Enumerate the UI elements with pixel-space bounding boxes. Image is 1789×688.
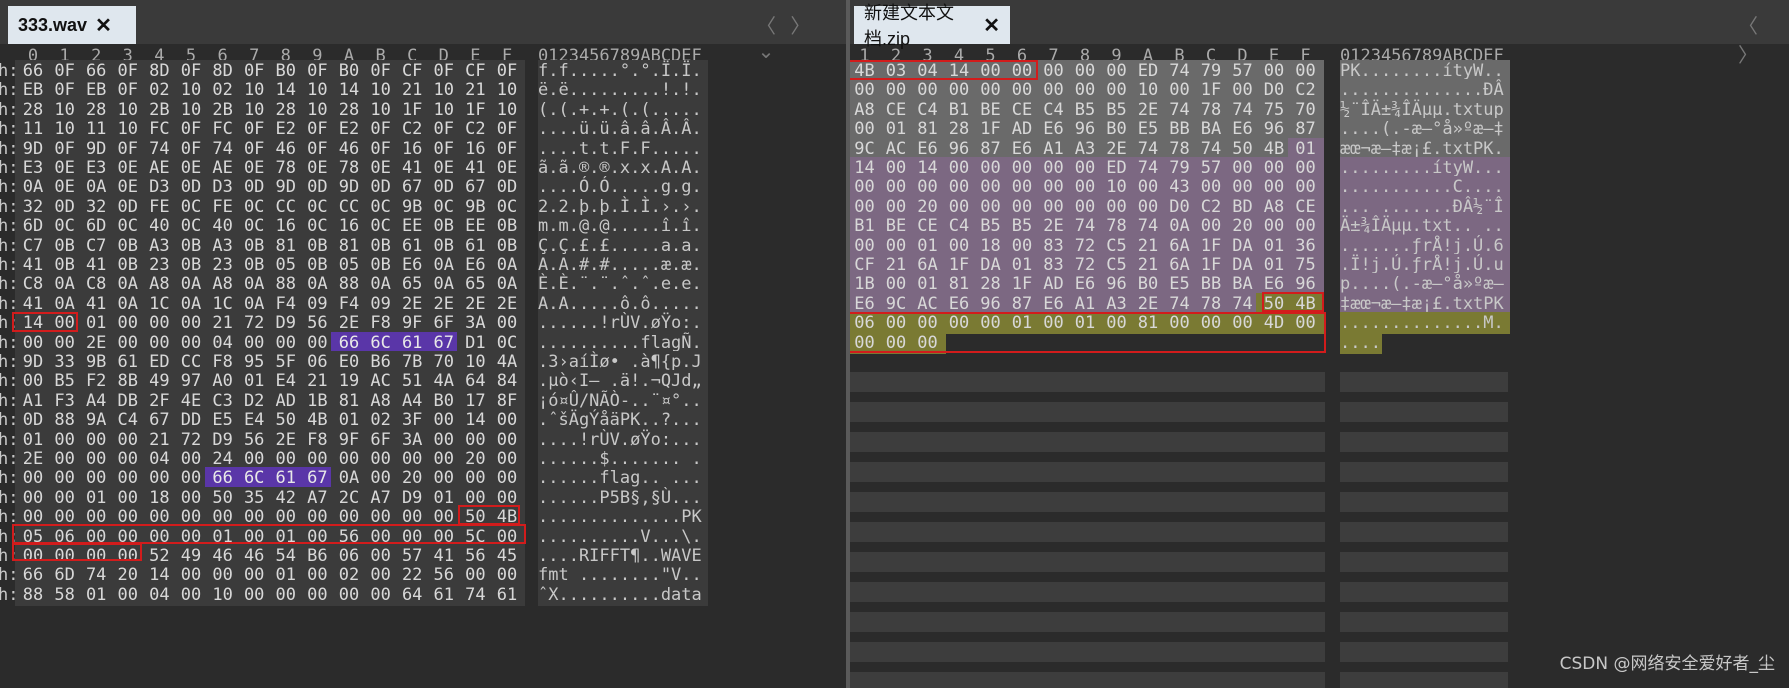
hex-byte[interactable]: 00: [267, 583, 304, 606]
hex-byte[interactable]: 61: [425, 583, 462, 606]
right-tab-bar: 新建文本文档.zip ✕ 〈 〉: [850, 0, 1789, 67]
chevron-left-icon[interactable]: 〈: [1734, 10, 1762, 39]
empty-hex-row: [850, 612, 1325, 632]
watermark: CSDN @网络安全爱好者_尘: [1559, 654, 1775, 674]
hex-byte[interactable]: 00: [909, 331, 946, 354]
hex-byte[interactable]: 58: [46, 583, 83, 606]
empty-ascii-row: [1340, 612, 1508, 632]
empty-hex-row: [850, 492, 1325, 512]
ascii-text[interactable]: ....: [1340, 331, 1382, 354]
tab-label: 333.wav: [18, 14, 88, 35]
empty-hex-row: [850, 462, 1325, 482]
empty-ascii-row: [1340, 522, 1508, 542]
empty-hex-row: [850, 642, 1325, 662]
empty-hex-row: [850, 402, 1325, 422]
ascii-text[interactable]: ˆX..........data: [538, 583, 708, 606]
left-hex-pane[interactable]: 333.wav ✕ 〈 〉 ⌄ 0 1 2 3 4 5 6 7 8 9 A B C D E F 01234567…: [0, 0, 846, 688]
chevron-right-icon[interactable]: 〉: [786, 10, 814, 39]
empty-ascii-row: [1340, 582, 1508, 602]
empty-ascii-row: [1340, 372, 1508, 392]
hex-byte[interactable]: 10: [204, 583, 241, 606]
empty-ascii-row: [1340, 672, 1508, 688]
hex-byte[interactable]: 00: [331, 583, 367, 606]
empty-ascii-row: [1340, 402, 1508, 422]
chevron-left-icon[interactable]: 〈: [752, 10, 780, 39]
hex-byte[interactable]: 00: [362, 583, 399, 606]
empty-hex-row: [850, 672, 1325, 688]
hex-byte[interactable]: 04: [141, 583, 178, 606]
tab-label: 新建文本文档.zip: [864, 3, 954, 49]
empty-hex-row: [850, 432, 1325, 452]
hex-byte[interactable]: 64: [394, 583, 431, 606]
close-icon[interactable]: ✕: [983, 13, 1000, 38]
hex-byte[interactable]: 00: [236, 583, 273, 606]
hex-byte[interactable]: 00: [109, 583, 146, 606]
empty-hex-row: [850, 552, 1325, 572]
hex-byte[interactable]: 88: [15, 583, 51, 606]
table-row[interactable]: h: 88 58 01 00 04 00 10 00 00 00 00 00 64 61 74 61 ˆX....…: [0, 583, 846, 606]
left-tab-bar: 333.wav ✕ 〈 〉 ⌄: [0, 0, 846, 63]
tab-zip-file[interactable]: 新建文本文档.zip ✕: [854, 3, 1010, 49]
hex-byte[interactable]: 00: [173, 583, 209, 606]
hex-byte[interactable]: 00: [299, 583, 336, 606]
tab-333-wav[interactable]: 333.wav ✕: [8, 6, 136, 44]
close-icon[interactable]: ✕: [95, 13, 112, 38]
table-row[interactable]: 00E0h:00000000....: [850, 331, 1789, 354]
empty-ascii-row: [1340, 432, 1508, 452]
empty-ascii-row: [1340, 642, 1508, 662]
right-hex-pane[interactable]: 新建文本文档.zip ✕ 〈 〉 0123456789ABCDEF0123456…: [850, 0, 1789, 688]
hex-byte[interactable]: 61: [489, 583, 525, 606]
empty-hex-row: [850, 522, 1325, 542]
empty-ascii-row: [1340, 552, 1508, 572]
hex-byte[interactable]: 74: [457, 583, 494, 606]
empty-hex-row: [850, 372, 1325, 392]
empty-ascii-row: [1340, 492, 1508, 512]
empty-ascii-row: [1340, 462, 1508, 482]
empty-hex-row: [850, 582, 1325, 602]
hex-byte[interactable]: 01: [78, 583, 115, 606]
